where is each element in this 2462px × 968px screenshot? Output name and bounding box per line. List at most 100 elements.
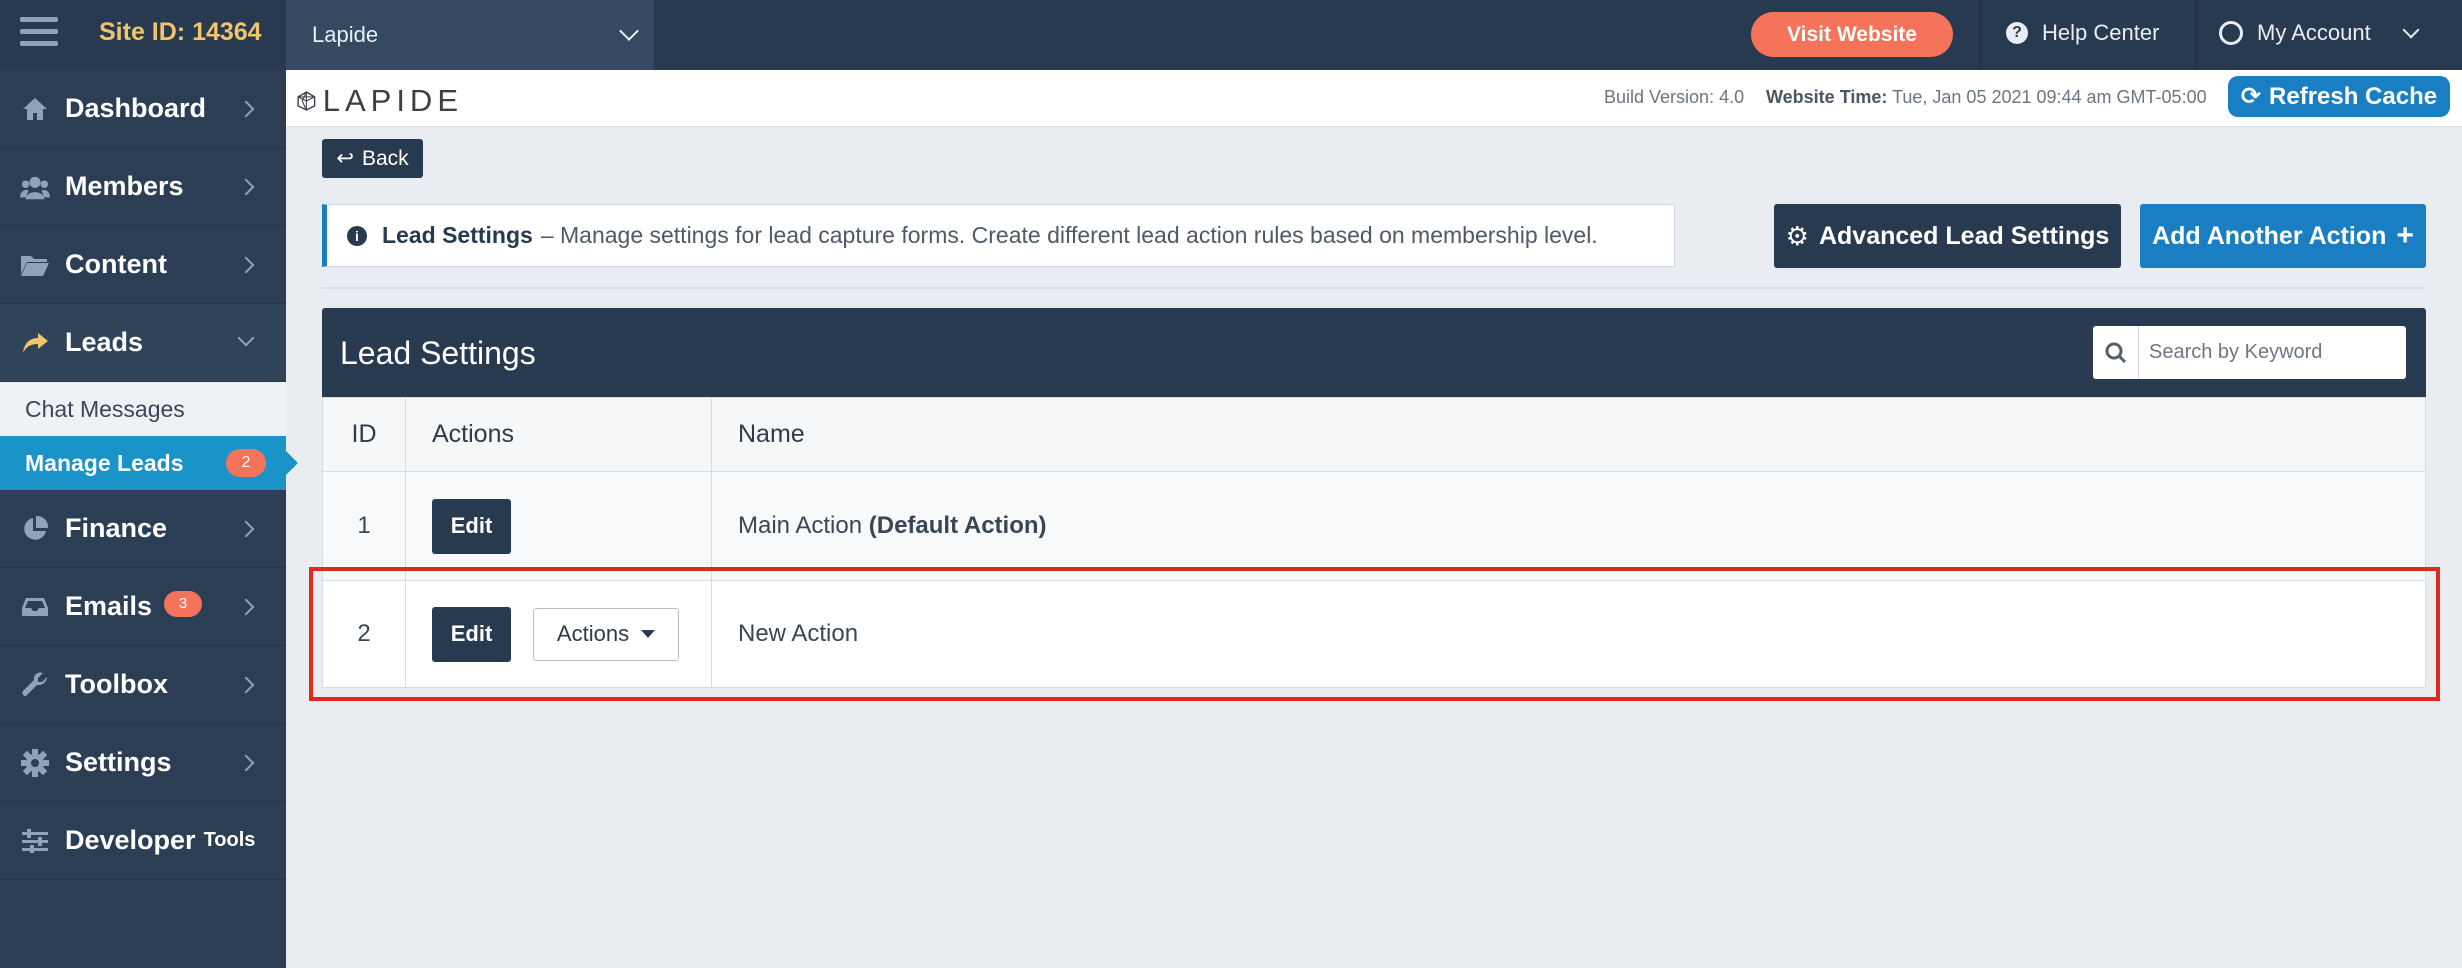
my-account-menu[interactable]: My Account — [2219, 20, 2420, 46]
back-button[interactable]: ↩ Back — [322, 139, 423, 178]
sidebar-item-label: Leads — [65, 327, 144, 357]
user-circle-icon — [2219, 21, 2243, 45]
sidebar-item-members[interactable]: Members — [0, 148, 286, 226]
sidebar-item-label: Toolbox — [65, 669, 168, 699]
column-header-id[interactable]: ID — [322, 397, 406, 472]
search-box — [2093, 326, 2406, 379]
chevron-right-icon — [237, 256, 255, 274]
panel-header: Lead Settings — [322, 308, 2426, 397]
actions-dropdown-label: Actions — [556, 621, 630, 646]
chevron-right-icon — [237, 100, 255, 118]
sidebar-item-settings[interactable]: Settings — [0, 724, 286, 802]
edit-button[interactable]: Edit — [432, 606, 511, 662]
question-circle-icon: ? — [2006, 22, 2028, 44]
wrench-icon — [20, 671, 50, 699]
row-actions: Edit — [405, 471, 712, 581]
chevron-right-icon — [237, 520, 255, 538]
build-version: Build Version: 4.0 — [1604, 87, 1745, 107]
sidebar-item-label: Manage Leads — [25, 449, 184, 476]
sidebar-item-suffix: Tools — [203, 829, 256, 851]
default-action-tag: (Default Action) — [868, 512, 1047, 539]
sidebar-item-label: Finance — [65, 513, 168, 543]
hamburger-menu-icon[interactable] — [20, 17, 58, 51]
folder-icon — [20, 251, 50, 279]
info-circle-icon: i — [347, 225, 367, 246]
leads-submenu: Chat Messages Manage Leads 2 — [0, 382, 298, 490]
pie-chart-icon — [20, 515, 50, 543]
sidebar-item-label: Members — [65, 171, 184, 201]
sidebar-item-manage-leads[interactable]: Manage Leads 2 — [0, 436, 298, 490]
count-badge: 2 — [226, 449, 266, 477]
reply-arrow-icon: ↩ — [336, 147, 354, 170]
advanced-lead-settings-label: Advanced Lead Settings — [1818, 221, 2110, 250]
chevron-down-icon — [2402, 21, 2420, 39]
sub-header: LAPIDE Build Version: 4.0 Website Time: … — [286, 70, 2462, 127]
count-badge: 3 — [164, 590, 203, 617]
sidebar-item-content[interactable]: Content — [0, 226, 286, 304]
gears-icon: ⚙ — [1785, 220, 1809, 251]
brand-area: Site ID: 14364 — [0, 0, 286, 70]
row-name: New Action — [711, 580, 2426, 688]
column-header-actions: Actions — [405, 397, 712, 472]
search-input[interactable] — [2139, 327, 2399, 378]
logo-mark-icon — [297, 90, 316, 111]
sidebar-item-label: Developer — [65, 825, 196, 855]
topbar-divider — [2196, 0, 2197, 70]
row-actions: Edit Actions — [405, 580, 712, 688]
info-alert: i Lead Settings – Manage settings for le… — [322, 204, 1675, 267]
sidebar-item-label: Chat Messages — [25, 395, 185, 422]
home-icon — [20, 95, 50, 123]
refresh-cache-button[interactable]: ⟳ Refresh Cache — [2228, 76, 2450, 117]
sidebar-item-label: Content — [65, 249, 167, 279]
table-row: 2 Edit Actions New Action — [322, 580, 2426, 688]
website-time-value: Tue, Jan 05 2021 09:44 am GMT-05:00 — [1892, 87, 2207, 107]
actions-dropdown-button[interactable]: Actions — [533, 607, 679, 661]
help-center-link[interactable]: ? Help Center — [2006, 20, 2159, 46]
chevron-right-icon — [237, 178, 255, 196]
lead-actions-table: ID Actions Name 1 Edit Main Action (Defa… — [322, 397, 2426, 688]
back-label: Back — [361, 146, 409, 170]
action-name: New Action — [738, 620, 859, 647]
sidebar-item-label: Emails — [65, 591, 153, 621]
chevron-right-icon — [237, 598, 255, 616]
sidebar-item-chat-messages[interactable]: Chat Messages — [0, 382, 286, 436]
caret-down-icon — [641, 630, 656, 638]
sidebar-item-leads[interactable]: Leads — [0, 304, 286, 382]
row-id: 2 — [322, 580, 406, 688]
logo-text: LAPIDE — [322, 82, 463, 118]
site-id: Site ID: 14364 — [99, 18, 262, 46]
site-select-value: Lapide — [312, 22, 379, 47]
edit-button[interactable]: Edit — [432, 498, 511, 554]
gear-icon — [20, 748, 50, 777]
chevron-right-icon — [237, 676, 255, 694]
sidebar-item-label: Settings — [65, 747, 172, 777]
sidebar-item-emails[interactable]: Emails 3 — [0, 568, 286, 646]
topbar-divider — [1980, 0, 1981, 70]
top-bar: Site ID: 14364 Lapide Visit Website ? He… — [0, 0, 2462, 70]
sidebar-item-label: Dashboard — [65, 93, 207, 123]
table-header-row: ID Actions Name — [322, 397, 2426, 472]
advanced-lead-settings-button[interactable]: ⚙ Advanced Lead Settings — [1774, 204, 2121, 268]
plus-icon: + — [2396, 219, 2414, 252]
chevron-down-icon — [237, 329, 255, 347]
website-time-label: Website Time: — [1766, 87, 1888, 107]
add-another-action-label: Add Another Action — [2152, 221, 2387, 250]
lapide-logo: LAPIDE — [296, 78, 463, 123]
site-select[interactable]: Lapide — [286, 0, 654, 70]
add-another-action-button[interactable]: Add Another Action + — [2140, 204, 2426, 268]
panel-title: Lead Settings — [340, 335, 536, 371]
help-center-label: Help Center — [2042, 20, 2160, 45]
visit-website-button[interactable]: Visit Website — [1751, 12, 1953, 57]
sidebar-item-dashboard[interactable]: Dashboard — [0, 70, 286, 148]
sidebar-item-toolbox[interactable]: Toolbox — [0, 646, 286, 724]
refresh-cache-label: Refresh Cache — [2269, 82, 2438, 110]
column-header-name[interactable]: Name — [711, 397, 2426, 472]
row-name: Main Action (Default Action) — [711, 471, 2426, 581]
users-icon — [20, 173, 50, 201]
my-account-label: My Account — [2257, 20, 2371, 45]
search-icon — [2093, 326, 2139, 379]
sidebar-item-developer-tools[interactable]: Developer Tools — [0, 802, 286, 880]
share-icon — [20, 329, 50, 357]
info-title: Lead Settings — [382, 222, 533, 248]
sidebar-item-finance[interactable]: Finance — [0, 490, 286, 568]
